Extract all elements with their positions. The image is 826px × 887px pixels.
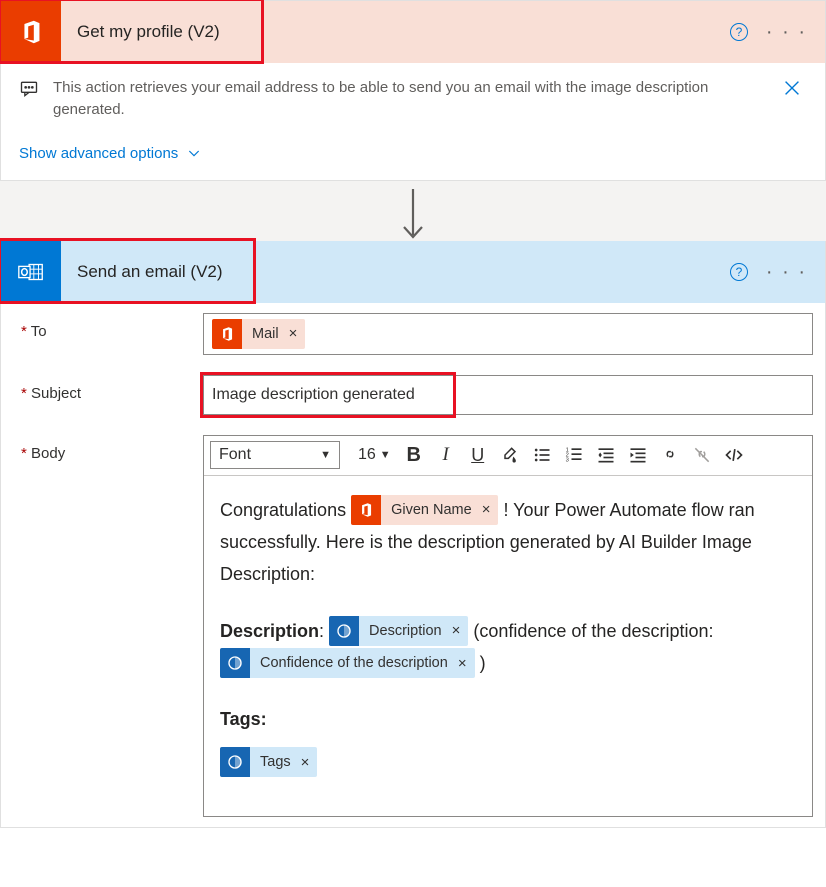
ai-builder-icon	[220, 648, 250, 678]
body-text: (confidence of the description:	[473, 621, 713, 641]
token-given-name[interactable]: Given Name ×	[351, 495, 498, 525]
outdent-button[interactable]	[591, 440, 621, 470]
token-label: Given Name	[381, 495, 480, 525]
token-label: Mail	[242, 319, 287, 349]
field-row-to: * To Mail ×	[1, 303, 825, 365]
token-label: Description	[359, 616, 450, 646]
token-description[interactable]: Description ×	[329, 616, 468, 646]
token-label: Confidence of the description	[250, 648, 456, 678]
unlink-button[interactable]	[687, 440, 717, 470]
rich-text-editor: Font▼ 16▼ B I U 123	[203, 435, 813, 818]
font-color-button[interactable]	[495, 440, 525, 470]
code-view-button[interactable]	[719, 440, 749, 470]
action-card-get-profile: Get my profile (V2) ? · · · This action …	[0, 0, 826, 181]
subject-input[interactable]: Image description generated	[203, 375, 813, 415]
body-text: Congratulations	[220, 500, 351, 520]
ai-builder-icon	[329, 616, 359, 646]
body-tags-label: Tags:	[220, 709, 267, 729]
show-advanced-options-link[interactable]: Show advanced options	[19, 145, 202, 162]
token-remove-icon[interactable]: ×	[456, 648, 475, 678]
flow-connector	[0, 181, 826, 241]
action-header-send-email[interactable]: Send an email (V2) ? · · ·	[1, 241, 825, 303]
office-icon	[212, 319, 242, 349]
to-input[interactable]: Mail ×	[203, 313, 813, 355]
font-size-picker[interactable]: 16▼	[350, 441, 397, 469]
link-button[interactable]	[655, 440, 685, 470]
outlook-icon	[1, 241, 61, 303]
font-picker[interactable]: Font▼	[210, 441, 340, 469]
action-description-text: This action retrieves your email address…	[53, 77, 763, 121]
svg-text:3: 3	[565, 458, 568, 464]
office-icon	[351, 495, 381, 525]
more-icon[interactable]: · · ·	[766, 22, 807, 42]
token-tags[interactable]: Tags ×	[220, 747, 317, 777]
action-header-get-profile[interactable]: Get my profile (V2) ? · · ·	[1, 1, 825, 63]
token-label: Tags	[250, 747, 299, 777]
help-icon[interactable]: ?	[730, 263, 748, 281]
ai-builder-icon	[220, 747, 250, 777]
token-remove-icon[interactable]: ×	[450, 616, 469, 646]
chevron-down-icon	[186, 145, 202, 161]
token-remove-icon[interactable]: ×	[287, 319, 306, 349]
italic-button[interactable]: I	[431, 440, 461, 470]
arrow-down-icon	[400, 187, 426, 241]
help-icon[interactable]: ?	[730, 23, 748, 41]
action-description-row: This action retrieves your email address…	[1, 63, 825, 133]
token-remove-icon[interactable]: ×	[480, 495, 499, 525]
field-row-subject: * Subject Image description generated	[1, 365, 825, 425]
subject-value: Image description generated	[212, 386, 415, 404]
comment-icon	[19, 79, 39, 102]
token-confidence[interactable]: Confidence of the description ×	[220, 648, 475, 678]
field-label-to: * To	[13, 313, 203, 340]
editor-content[interactable]: Congratulations Given Name × ! Your Powe…	[204, 476, 812, 817]
editor-toolbar: Font▼ 16▼ B I U 123	[204, 436, 812, 476]
bullet-list-button[interactable]	[527, 440, 557, 470]
more-icon[interactable]: · · ·	[766, 262, 807, 282]
bold-button[interactable]: B	[399, 440, 429, 470]
close-icon[interactable]	[777, 77, 807, 105]
body-text: )	[480, 653, 486, 673]
underline-button[interactable]: U	[463, 440, 493, 470]
token-mail[interactable]: Mail ×	[212, 319, 305, 349]
field-row-body: * Body Font▼ 16▼ B I U 12	[1, 425, 825, 828]
action-title-get-profile: Get my profile (V2)	[61, 22, 730, 42]
body-desc-label: Description	[220, 621, 319, 641]
field-label-body: * Body	[13, 435, 203, 462]
numbered-list-button[interactable]: 123	[559, 440, 589, 470]
indent-button[interactable]	[623, 440, 653, 470]
office-icon	[1, 1, 61, 63]
token-remove-icon[interactable]: ×	[299, 747, 318, 777]
action-title-send-email: Send an email (V2)	[61, 262, 730, 282]
advanced-options-label: Show advanced options	[19, 145, 178, 162]
field-label-subject: * Subject	[13, 375, 203, 402]
action-card-send-email: Send an email (V2) ? · · · * To Mail × *…	[0, 241, 826, 829]
